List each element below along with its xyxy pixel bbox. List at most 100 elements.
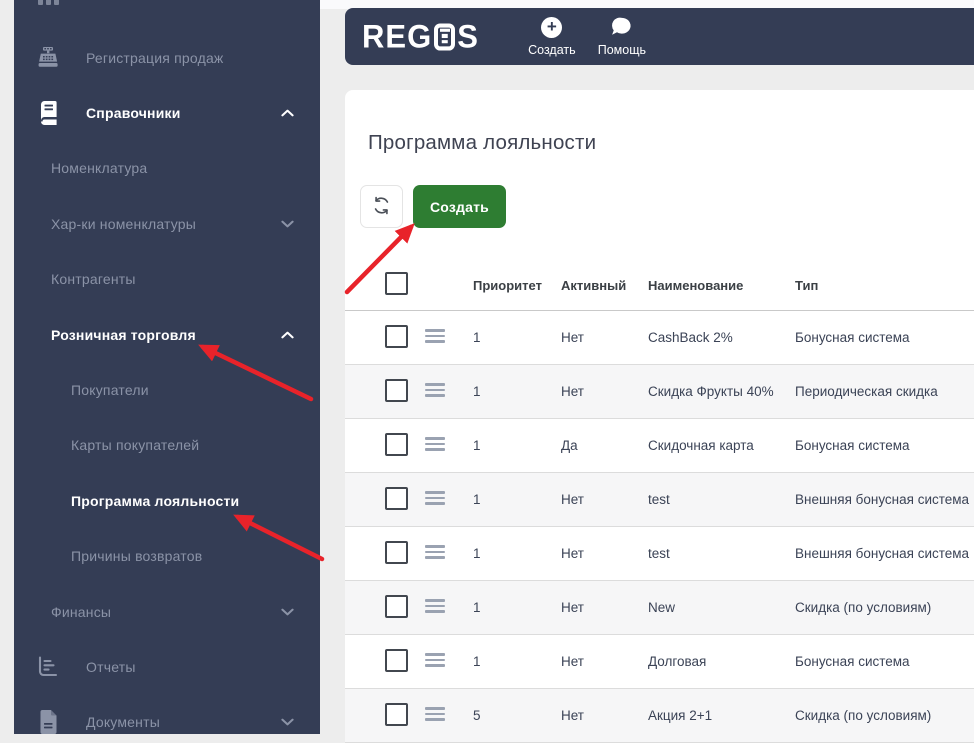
table-row[interactable]: 1 Нет Долговая Бонусная система bbox=[345, 635, 974, 689]
logo-text-right: S bbox=[457, 18, 479, 55]
cell-type: Периодическая скидка bbox=[795, 384, 974, 399]
sidebar-item-label: Программа лояльности bbox=[71, 493, 239, 509]
sidebar-item-label: Карты покупателей bbox=[71, 437, 199, 453]
table-row[interactable]: 1 Нет CashBack 2% Бонусная система bbox=[345, 311, 974, 365]
regos-logo[interactable]: REG S bbox=[362, 18, 479, 55]
sidebar-item-directories[interactable]: Справочники bbox=[14, 85, 320, 140]
cell-active: Нет bbox=[561, 384, 648, 399]
sidebar-item-label: Отчеты bbox=[86, 659, 136, 675]
cell-active: Нет bbox=[561, 708, 648, 723]
drag-handle-icon[interactable] bbox=[425, 326, 445, 346]
sidebar-item-label: Номенклатура bbox=[51, 160, 147, 176]
reports-icon bbox=[34, 655, 62, 679]
column-header-priority: Приоритет bbox=[473, 278, 561, 293]
cell-priority: 5 bbox=[473, 708, 561, 723]
sidebar-item-return-reasons[interactable]: Причины возвратов bbox=[14, 529, 320, 584]
row-checkbox[interactable] bbox=[385, 649, 408, 672]
table-row[interactable]: 1 Нет test Внешняя бонусная система bbox=[345, 527, 974, 581]
sidebar-item-label: Розничная торговля bbox=[51, 327, 196, 343]
drag-handle-icon[interactable] bbox=[425, 380, 445, 400]
drag-handle-icon[interactable] bbox=[425, 542, 445, 562]
table-row[interactable]: 1 Да Скидочная карта Бонусная система bbox=[345, 419, 974, 473]
sidebar-item-nomenclature-properties[interactable]: Хар-ки номенклатуры bbox=[14, 196, 320, 251]
topbar-help-button[interactable]: Помощь bbox=[587, 17, 657, 57]
sidebar-item-label: Справочники bbox=[86, 105, 181, 121]
row-checkbox[interactable] bbox=[385, 325, 408, 348]
row-checkbox[interactable] bbox=[385, 487, 408, 510]
drag-handle-icon[interactable] bbox=[425, 650, 445, 670]
cell-priority: 1 bbox=[473, 492, 561, 507]
sidebar-nav: Регистрация продаж Справочники Номенклат… bbox=[14, 30, 320, 734]
row-checkbox[interactable] bbox=[385, 595, 408, 618]
sidebar-item-loyalty-program[interactable]: Программа лояльности bbox=[14, 473, 320, 528]
page-title: Программа лояльности bbox=[368, 131, 596, 155]
table-header: Приоритет Активный Наименование Тип bbox=[345, 260, 974, 311]
row-checkbox[interactable] bbox=[385, 703, 408, 726]
table-row[interactable]: 5 Нет Акция 2+1 Скидка (по условиям) bbox=[345, 689, 974, 743]
table-row[interactable]: 1 Нет test Внешняя бонусная система bbox=[345, 473, 974, 527]
sidebar-item-reports[interactable]: Отчеты bbox=[14, 639, 320, 694]
drag-handle-icon[interactable] bbox=[425, 434, 445, 454]
topbar-action-label: Помощь bbox=[598, 43, 646, 57]
row-checkbox[interactable] bbox=[385, 541, 408, 564]
sidebar-item-label: Контрагенты bbox=[51, 271, 136, 287]
sidebar-item-label: Причины возвратов bbox=[71, 548, 202, 564]
table-row[interactable]: 1 Нет New Скидка (по условиям) bbox=[345, 581, 974, 635]
plus-circle-icon: + bbox=[541, 17, 562, 39]
sidebar: Регистрация продаж Справочники Номенклат… bbox=[14, 0, 320, 734]
sidebar-item-label: Регистрация продаж bbox=[86, 50, 224, 66]
chevron-down-icon bbox=[281, 608, 294, 616]
sidebar-item-label: Финансы bbox=[51, 604, 111, 620]
cell-active: Нет bbox=[561, 492, 648, 507]
cell-priority: 1 bbox=[473, 438, 561, 453]
drag-handle-icon[interactable] bbox=[425, 596, 445, 616]
table-row[interactable]: 1 Нет Скидка Фрукты 40% Периодическая ск… bbox=[345, 365, 974, 419]
cell-name: Скидочная карта bbox=[648, 438, 795, 453]
sidebar-item-customers[interactable]: Покупатели bbox=[14, 362, 320, 417]
sidebar-item-documents[interactable]: Документы bbox=[14, 695, 320, 734]
sidebar-item-customer-cards[interactable]: Карты покупателей bbox=[14, 418, 320, 473]
cell-name: Скидка Фрукты 40% bbox=[648, 384, 795, 399]
drag-handle-icon[interactable] bbox=[425, 704, 445, 724]
cell-name: Долговая bbox=[648, 654, 795, 669]
sidebar-item-sales-registration[interactable]: Регистрация продаж bbox=[14, 30, 320, 85]
cell-type: Внешняя бонусная система bbox=[795, 492, 974, 507]
content-card: Программа лояльности Создать Приоритет А… bbox=[345, 90, 974, 734]
cell-name: CashBack 2% bbox=[648, 330, 795, 345]
logo-o-glyph bbox=[434, 23, 455, 50]
cash-register-icon bbox=[34, 45, 62, 70]
topbar: REG S + Создать Помощь bbox=[345, 8, 974, 65]
clipped-top-icon bbox=[38, 0, 59, 5]
chevron-down-icon bbox=[281, 718, 294, 726]
cell-priority: 1 bbox=[473, 330, 561, 345]
sidebar-item-finance[interactable]: Финансы bbox=[14, 584, 320, 639]
sidebar-item-retail[interactable]: Розничная торговля bbox=[14, 307, 320, 362]
cell-type: Скидка (по условиям) bbox=[795, 600, 974, 615]
cell-priority: 1 bbox=[473, 654, 561, 669]
sidebar-item-contractors[interactable]: Контрагенты bbox=[14, 252, 320, 307]
cell-active: Нет bbox=[561, 600, 648, 615]
cell-name: test bbox=[648, 546, 795, 561]
book-icon bbox=[34, 100, 62, 126]
row-checkbox[interactable] bbox=[385, 433, 408, 456]
refresh-icon bbox=[372, 196, 391, 218]
cell-priority: 1 bbox=[473, 600, 561, 615]
row-checkbox[interactable] bbox=[385, 379, 408, 402]
drag-handle-icon[interactable] bbox=[425, 488, 445, 508]
document-icon bbox=[34, 709, 62, 734]
topbar-actions: + Создать Помощь bbox=[517, 17, 657, 57]
sidebar-item-label: Хар-ки номенклатуры bbox=[51, 216, 196, 232]
cell-name: test bbox=[648, 492, 795, 507]
cell-priority: 1 bbox=[473, 384, 561, 399]
select-all-checkbox[interactable] bbox=[385, 272, 408, 295]
topbar-create-button[interactable]: + Создать bbox=[517, 17, 587, 57]
refresh-button[interactable] bbox=[360, 185, 403, 228]
sidebar-item-nomenclature[interactable]: Номенклатура bbox=[14, 141, 320, 196]
sidebar-item-label: Покупатели bbox=[71, 382, 149, 398]
chevron-down-icon bbox=[281, 220, 294, 228]
create-button[interactable]: Создать bbox=[413, 185, 506, 228]
sidebar-item-label: Документы bbox=[86, 714, 160, 730]
cell-priority: 1 bbox=[473, 546, 561, 561]
cell-type: Бонусная система bbox=[795, 654, 974, 669]
logo-text-left: REG bbox=[362, 18, 432, 55]
